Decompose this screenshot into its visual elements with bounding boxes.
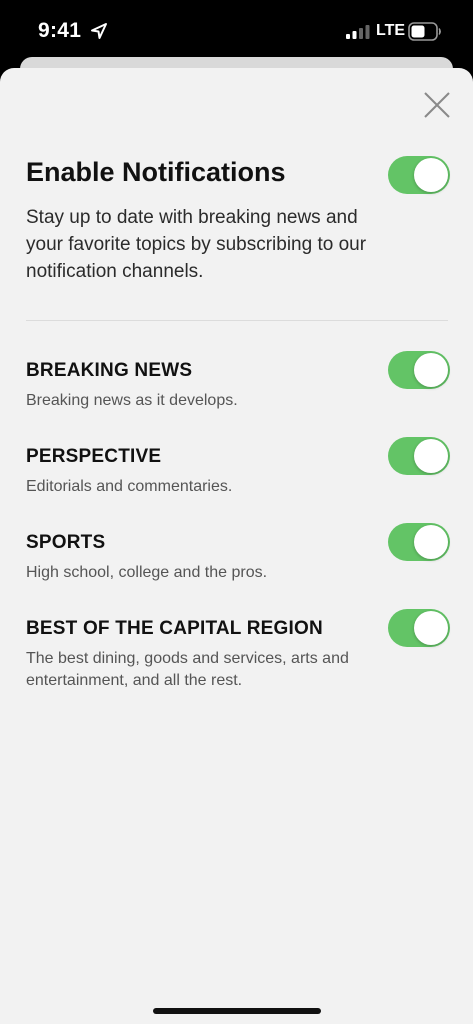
- channel-desc-sports: High school, college and the pros.: [26, 564, 268, 581]
- channel-title-breaking-news: BREAKING NEWS: [26, 360, 193, 381]
- toggle-knob: [414, 611, 448, 645]
- toggle-sports[interactable]: [388, 523, 450, 561]
- toggle-knob: [414, 158, 448, 192]
- channel-title-best-of-capital-region: BEST OF THE CAPITAL REGION: [26, 618, 323, 639]
- status-time: 9:41: [38, 19, 82, 42]
- enable-notifications-toggle[interactable]: [388, 156, 450, 194]
- toggle-knob: [414, 439, 448, 473]
- toggle-knob: [414, 353, 448, 387]
- battery-icon: [408, 22, 441, 41]
- divider: [26, 320, 448, 321]
- home-indicator[interactable]: [153, 1008, 321, 1014]
- status-bar: 9:41 LTE: [0, 0, 473, 62]
- page-title: Enable Notifications: [26, 157, 286, 187]
- page-description: Stay up to date with breaking news and y…: [26, 207, 367, 282]
- cellular-signal-icon: [346, 25, 370, 39]
- close-icon[interactable]: [420, 88, 454, 122]
- toggle-best-of-capital-region[interactable]: [388, 609, 450, 647]
- toggle-breaking-news[interactable]: [388, 351, 450, 389]
- channel-title-perspective: PERSPECTIVE: [26, 446, 162, 467]
- network-type-label: LTE: [376, 22, 406, 39]
- toggle-knob: [414, 525, 448, 559]
- channel-desc-perspective: Editorials and commentaries.: [26, 478, 233, 495]
- channel-desc-breaking-news: Breaking news as it develops.: [26, 392, 238, 409]
- channel-desc-best-of-capital-region: The best dining, goods and services, art…: [26, 650, 349, 689]
- channel-title-sports: SPORTS: [26, 532, 106, 553]
- toggle-perspective[interactable]: [388, 437, 450, 475]
- location-arrow-icon: [91, 23, 107, 39]
